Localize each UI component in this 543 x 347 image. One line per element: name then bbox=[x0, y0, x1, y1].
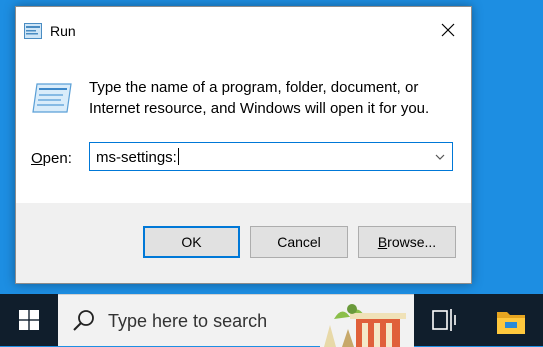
title-bar[interactable]: Run bbox=[16, 7, 471, 53]
text-caret bbox=[177, 148, 179, 165]
start-button[interactable] bbox=[0, 294, 58, 346]
open-combobox[interactable]: ms-settings: bbox=[89, 142, 453, 171]
run-icon bbox=[24, 23, 42, 39]
dialog-content: Type the name of a program, folder, docu… bbox=[16, 53, 471, 203]
chevron-down-icon[interactable] bbox=[434, 151, 446, 163]
command-value: ms-settings: bbox=[96, 149, 177, 166]
search-placeholder: Type here to search bbox=[108, 311, 268, 331]
open-label-rest: pen: bbox=[42, 150, 72, 167]
run-program-icon bbox=[32, 83, 72, 113]
dialog-title: Run bbox=[50, 23, 76, 39]
open-label-accesskey: O bbox=[31, 150, 43, 167]
dialog-description: Type the name of a program, folder, docu… bbox=[89, 79, 430, 117]
ok-button[interactable]: OK bbox=[143, 226, 240, 258]
command-input[interactable]: ms-settings: bbox=[96, 148, 179, 166]
search-highlight-illustration-icon bbox=[320, 295, 414, 347]
browse-button[interactable]: Browse... bbox=[358, 226, 456, 258]
taskbar-search-box[interactable]: Type here to search bbox=[58, 294, 414, 347]
close-icon bbox=[441, 23, 455, 37]
browse-label-rest: rowse... bbox=[387, 234, 437, 250]
run-dialog: Run Type the name of a program, folder, … bbox=[15, 6, 472, 284]
taskbar: Type here to search bbox=[0, 294, 543, 347]
dialog-footer: OK Cancel Browse... bbox=[16, 203, 471, 283]
close-button[interactable] bbox=[425, 7, 471, 53]
windows-start-icon bbox=[19, 310, 39, 330]
task-view-icon[interactable] bbox=[429, 307, 459, 333]
file-explorer-icon[interactable] bbox=[491, 304, 531, 338]
browse-accesskey: B bbox=[377, 234, 388, 250]
search-icon bbox=[73, 310, 94, 331]
open-label: Open: bbox=[31, 150, 72, 167]
cancel-button[interactable]: Cancel bbox=[250, 226, 348, 258]
